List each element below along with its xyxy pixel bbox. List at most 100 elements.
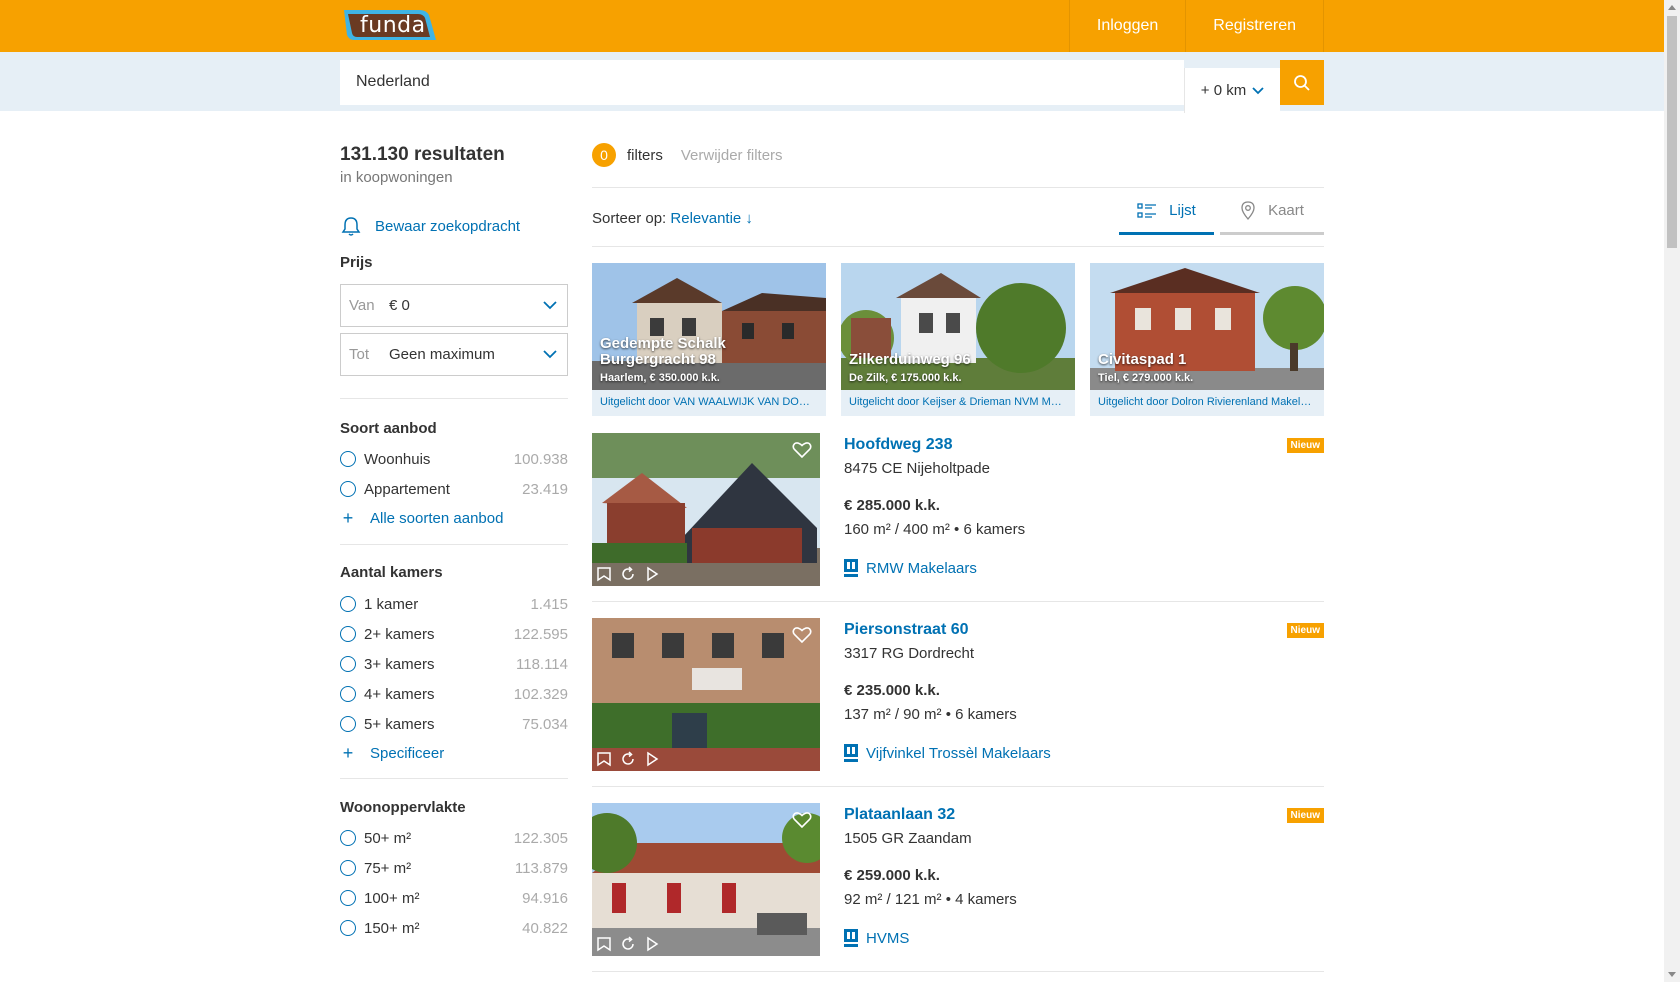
house-photo-icon — [1090, 263, 1324, 390]
nvm-logo-icon — [844, 929, 858, 947]
rooms-option-5[interactable]: 5+ kamers 75.034 — [340, 713, 568, 735]
listing-photo[interactable] — [592, 618, 820, 771]
option-label: Woonhuis — [364, 450, 431, 468]
rooms-option-3[interactable]: 3+ kamers 118.114 — [340, 653, 568, 675]
radius-value: + 0 km — [1200, 82, 1247, 99]
radio-button[interactable] — [340, 596, 356, 612]
listing-agent-link[interactable]: HVMS — [844, 929, 909, 947]
area-option-50[interactable]: 50+ m² 122.305 — [340, 827, 568, 849]
save-search-link[interactable]: Bewaar zoekopdracht — [340, 216, 520, 236]
listing-price: € 259.000 k.k. — [844, 867, 940, 884]
heart-icon — [792, 812, 812, 829]
rooms-option-1[interactable]: 1 kamer 1.415 — [340, 593, 568, 615]
heart-icon — [792, 627, 812, 644]
price-from-select[interactable]: Van € 0 — [340, 284, 568, 327]
listing-card[interactable]: Hoofdweg 238 8475 CE Nijeholtpade € 285.… — [592, 433, 1324, 586]
listing-card[interactable]: Plataanlaan 32 1505 GR Zaandam € 259.000… — [592, 803, 1324, 956]
search-input[interactable]: Nederland + 0 km — [340, 60, 1280, 113]
option-count: 102.329 — [513, 685, 568, 703]
play-icon[interactable] — [644, 751, 660, 767]
area-option-100[interactable]: 100+ m² 94.916 — [340, 887, 568, 909]
rotate-icon[interactable] — [620, 936, 636, 952]
featured-card[interactable]: Gedempte Schalk Burgergracht 98 Haarlem,… — [592, 263, 826, 416]
search-input-value: Nederland — [356, 73, 430, 90]
radio-button[interactable] — [340, 481, 356, 497]
radio-button[interactable] — [340, 716, 356, 732]
option-count: 122.305 — [513, 829, 568, 847]
register-link[interactable]: Registreren — [1185, 0, 1324, 52]
radius-select[interactable]: + 0 km — [1184, 68, 1280, 113]
listing-photo[interactable] — [592, 433, 820, 586]
offer-option-woonhuis[interactable]: Woonhuis 100.938 — [340, 448, 568, 470]
login-link[interactable]: Inloggen — [1068, 0, 1185, 52]
featured-title: Zilkerduinweg 96 — [849, 351, 971, 368]
divider — [340, 544, 568, 545]
rooms-option-4[interactable]: 4+ kamers 102.329 — [340, 683, 568, 705]
play-icon[interactable] — [644, 566, 660, 582]
offer-option-appartement[interactable]: Appartement 23.419 — [340, 478, 568, 500]
listing-photo[interactable] — [592, 803, 820, 956]
photo-media-icons — [596, 566, 660, 582]
specify-rooms-link[interactable]: + Specificeer — [340, 743, 444, 764]
favorite-button[interactable] — [792, 626, 812, 649]
all-offer-types-link[interactable]: + Alle soorten aanbod — [340, 508, 504, 529]
play-icon[interactable] — [644, 936, 660, 952]
remove-filters-link[interactable]: Verwijder filters — [681, 147, 783, 164]
bookmark-icon[interactable] — [596, 566, 612, 582]
save-search-label: Bewaar zoekopdracht — [375, 217, 521, 235]
price-from-value: € 0 — [389, 297, 410, 314]
agent-name: RMW Makelaars — [866, 559, 977, 577]
bookmark-icon[interactable] — [596, 751, 612, 767]
rooms-title: Aantal kamers — [340, 564, 443, 581]
option-count: 94.916 — [522, 889, 568, 907]
nvm-logo-icon — [844, 559, 858, 577]
plus-icon: + — [342, 508, 354, 528]
listing-card[interactable]: Piersonstraat 60 3317 RG Dordrecht € 235… — [592, 618, 1324, 771]
listing-agent-link[interactable]: Vijfvinkel Trossèl Makelaars — [844, 744, 1051, 762]
favorite-button[interactable] — [792, 811, 812, 834]
page-scrollbar[interactable] — [1664, 0, 1680, 982]
featured-card[interactable]: Civitaspad 1 Tiel, € 279.000 k.k. Uitgel… — [1090, 263, 1324, 416]
rotate-icon[interactable] — [620, 566, 636, 582]
radio-button[interactable] — [340, 626, 356, 642]
rotate-icon[interactable] — [620, 751, 636, 767]
area-option-150[interactable]: 150+ m² 40.822 — [340, 917, 568, 939]
chevron-down-icon — [1252, 86, 1264, 94]
featured-title: Civitaspad 1 — [1098, 351, 1187, 368]
tab-list-view[interactable]: Lijst — [1119, 189, 1214, 235]
listing-title[interactable]: Plataanlaan 32 — [844, 806, 955, 824]
rooms-option-2[interactable]: 2+ kamers 122.595 — [340, 623, 568, 645]
scroll-up-arrow-icon[interactable] — [1668, 5, 1676, 10]
area-option-75[interactable]: 75+ m² 113.879 — [340, 857, 568, 879]
divider — [592, 971, 1324, 972]
radio-button[interactable] — [340, 686, 356, 702]
option-label: 4+ kamers — [364, 685, 435, 703]
featured-card[interactable]: Zilkerduinweg 96 De Zilk, € 175.000 k.k.… — [841, 263, 1075, 416]
price-to-select[interactable]: Tot Geen maximum — [340, 333, 568, 376]
tab-map-view[interactable]: Kaart — [1220, 189, 1324, 235]
featured-title: Gedempte Schalk Burgergracht 98 — [600, 335, 726, 368]
house-photo-icon — [592, 803, 820, 956]
search-button[interactable] — [1280, 60, 1324, 105]
radio-button[interactable] — [340, 920, 356, 936]
scroll-thumb[interactable] — [1667, 16, 1677, 248]
listing-title[interactable]: Hoofdweg 238 — [844, 436, 952, 454]
funda-logo[interactable]: funda — [340, 8, 440, 45]
scroll-down-arrow-icon[interactable] — [1668, 972, 1676, 977]
listing-agent-link[interactable]: RMW Makelaars — [844, 559, 977, 577]
agent-name: HVMS — [866, 929, 910, 947]
offer-type-title: Soort aanbod — [340, 420, 437, 437]
bookmark-icon[interactable] — [596, 936, 612, 952]
favorite-button[interactable] — [792, 441, 812, 464]
listing-title[interactable]: Piersonstraat 60 — [844, 621, 969, 639]
radio-button[interactable] — [340, 451, 356, 467]
radio-button[interactable] — [340, 830, 356, 846]
sort-select[interactable]: Relevantie ↓ — [670, 210, 753, 227]
featured-subtitle: De Zilk, € 175.000 k.k. — [849, 372, 962, 384]
radio-button[interactable] — [340, 656, 356, 672]
radio-button[interactable] — [340, 860, 356, 876]
featured-subtitle: Tiel, € 279.000 k.k. — [1098, 372, 1194, 384]
house-photo-icon — [841, 263, 1075, 390]
radio-button[interactable] — [340, 890, 356, 906]
sort-label: Sorteer op: — [592, 210, 667, 227]
